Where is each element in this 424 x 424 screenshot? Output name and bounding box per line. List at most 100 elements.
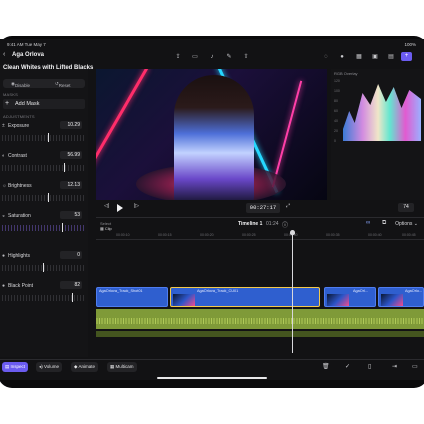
effect-title: Clean Whites with Lifted Blacks xyxy=(3,65,94,71)
disable-button[interactable]: ◉ Disable xyxy=(11,81,30,88)
reset-button[interactable]: ↺ Reset xyxy=(55,81,71,88)
volume-button[interactable]: ◂) Volume xyxy=(36,362,63,372)
param-value[interactable]: 12.13 xyxy=(60,181,82,189)
scope-tick: 80 xyxy=(334,99,338,103)
param-contrast[interactable]: ◐ Contrast 56.99 xyxy=(2,151,86,179)
slider-handle[interactable] xyxy=(48,193,49,202)
audio-waveform xyxy=(96,318,424,324)
zoom-level[interactable]: 74 xyxy=(398,203,414,212)
fullscreen-icon[interactable]: ⤢ xyxy=(286,203,290,209)
slider-handle[interactable] xyxy=(48,133,49,142)
param-brightness[interactable]: ☼ Brightness 12.13 xyxy=(2,181,86,209)
param-exposure[interactable]: ± Exposure 10.29 xyxy=(2,121,86,149)
split-icon[interactable]: ⇥ xyxy=(392,363,397,370)
param-value[interactable]: 53 xyxy=(60,211,82,219)
ruler-tick: 00:00:10 xyxy=(116,233,130,237)
param-slider[interactable] xyxy=(2,135,84,141)
trash-icon[interactable]: 🗑 xyxy=(322,363,330,370)
ruler-tick: 00:00:20 xyxy=(200,233,214,237)
param-value[interactable]: 82 xyxy=(60,281,82,289)
param-label: Exposure xyxy=(8,123,30,129)
clip-name: AgaOrl... xyxy=(353,289,368,293)
disable-reset-control: ◉ Disable ↺ Reset xyxy=(3,79,85,88)
audio-track-secondary[interactable] xyxy=(96,331,424,337)
skip-back-icon[interactable]: ◁| xyxy=(104,203,109,209)
clip-thumbnail xyxy=(381,294,403,306)
param-black-point[interactable]: ● Black Point 82 xyxy=(2,281,86,309)
timeline-ruler[interactable]: 00:00:10 00:00:15 00:00:20 00:00:25 00:0… xyxy=(96,231,424,240)
add-mask-label: Add Mask xyxy=(15,101,40,107)
param-label: Highlights xyxy=(8,253,30,259)
black-point-icon: ● xyxy=(2,283,6,289)
timeline-name: Timeline 1 xyxy=(238,221,263,227)
param-label: Brightness xyxy=(8,183,32,189)
video-clip[interactable]: AgaOrl... xyxy=(324,287,376,307)
playhead[interactable] xyxy=(290,230,295,353)
skip-forward-icon[interactable]: |▷ xyxy=(134,203,139,209)
video-viewer[interactable] xyxy=(96,69,327,200)
param-slider[interactable] xyxy=(2,195,84,201)
chevron-left-icon[interactable]: ‹ xyxy=(3,51,5,58)
ruler-tick: 00:00:25 xyxy=(242,233,256,237)
video-clip[interactable]: AgaOrlova_Track_CU01 xyxy=(170,287,320,307)
timeline-header: Select ▦ Clip Timeline 1 01:24 ⓘ ∞ ⧉ Opt… xyxy=(96,217,424,232)
param-value[interactable]: 0 xyxy=(60,251,82,259)
inspector-panel: Clean Whites with Lifted Blacks ◉ Disabl… xyxy=(0,65,93,357)
scope-tick: 100 xyxy=(334,89,340,93)
trim-icon[interactable]: ▭ xyxy=(412,363,418,370)
status-bar: 9:41 AM Tue May 7 100% xyxy=(0,39,424,49)
param-label: Black Point xyxy=(8,283,34,289)
share-icon[interactable]: ⇪ xyxy=(174,53,182,61)
detach-icon[interactable]: ▯ xyxy=(368,363,371,370)
photo-icon[interactable]: ▣ xyxy=(371,53,379,61)
param-value[interactable]: 10.29 xyxy=(60,121,82,129)
multicam-button[interactable]: ▦ Multicam xyxy=(107,362,137,372)
clip-name: AgaOrlova_Track_Shot01 xyxy=(99,289,143,293)
video-scopes: RGB Overlay 120 100 80 60 40 20 0 xyxy=(331,69,424,200)
info-icon[interactable]: ⓘ xyxy=(282,220,288,229)
param-saturation[interactable]: ◒ Saturation 53 xyxy=(2,211,86,239)
neon-light xyxy=(271,80,303,188)
clip-thumbnail xyxy=(327,294,349,306)
stroke-icon[interactable]: ● xyxy=(338,53,346,61)
slider-handle[interactable] xyxy=(64,163,65,172)
battery-indicator: 100% xyxy=(404,42,416,47)
slider-handle[interactable] xyxy=(43,263,44,272)
param-slider[interactable] xyxy=(2,225,84,231)
add-mask-button[interactable]: + Add Mask xyxy=(3,99,85,109)
timecode-display: 00:27:17 xyxy=(246,203,280,213)
param-highlights[interactable]: ● Highlights 0 xyxy=(2,251,86,279)
contrast-icon: ◐ xyxy=(2,153,6,159)
saturation-icon: ◒ xyxy=(2,213,6,219)
timeline-duration: 01:24 xyxy=(266,221,279,227)
plus-icon[interactable]: + xyxy=(401,52,412,61)
slider-handle[interactable] xyxy=(62,223,63,232)
video-track: AgaOrlova_Track_Shot01 AgaOrlova_Track_C… xyxy=(96,287,424,307)
link-icon[interactable]: ∞ xyxy=(366,220,370,226)
animate-button[interactable]: ◆ Animate xyxy=(71,362,98,372)
play-icon[interactable] xyxy=(117,204,123,212)
ruler-tick: 00:00:40 xyxy=(368,233,382,237)
ruler-tick: 00:00:35 xyxy=(326,233,340,237)
check-icon[interactable]: ✓ xyxy=(345,363,350,370)
circle-icon[interactable]: ◌ xyxy=(322,53,330,61)
layers-icon[interactable]: ⧉ xyxy=(382,220,386,227)
browser-icon[interactable]: ▤ xyxy=(387,53,395,61)
camera-icon[interactable]: ▭ xyxy=(191,53,199,61)
export-icon[interactable]: ⇧ xyxy=(242,53,250,61)
mic-icon[interactable]: ♪ xyxy=(208,53,216,61)
pencil-icon[interactable]: ✎ xyxy=(225,53,233,61)
audio-track[interactable] xyxy=(96,309,424,329)
video-clip[interactable]: AgaOrlo... xyxy=(378,287,424,307)
bottom-toolbar: ▤ Inspect ◂) Volume ◆ Animate ▦ Multicam… xyxy=(0,359,424,380)
status-time: 9:41 AM Tue May 7 xyxy=(7,42,46,47)
options-button[interactable]: Options ⌄ xyxy=(395,221,418,227)
brightness-icon: ☼ xyxy=(2,183,7,189)
inspect-button[interactable]: ▤ Inspect xyxy=(2,362,29,372)
slider-handle[interactable] xyxy=(72,293,73,302)
param-value[interactable]: 56.99 xyxy=(60,151,82,159)
drummer-figure xyxy=(174,75,254,200)
video-clip[interactable]: AgaOrlova_Track_Shot01 xyxy=(96,287,168,307)
grid-icon[interactable]: ▦ xyxy=(355,53,363,61)
param-slider[interactable] xyxy=(2,165,84,171)
